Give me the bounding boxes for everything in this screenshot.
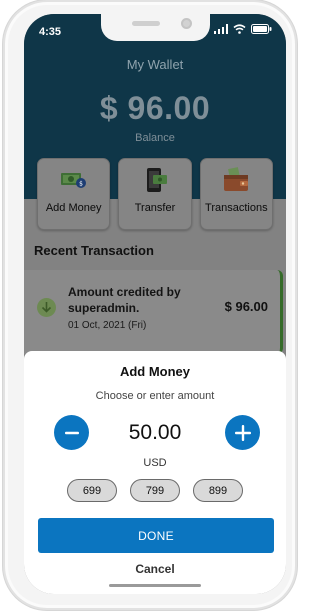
svg-text:$: $ (79, 181, 83, 188)
preset-amount-button[interactable]: 899 (193, 479, 243, 502)
sheet-subtitle: Choose or enter amount (95, 390, 215, 402)
increase-amount-button[interactable] (225, 415, 260, 450)
phone-notch (101, 14, 210, 41)
screen: 4:35 My Wallet $ 96.00 Balance $ Add Mon… (24, 14, 286, 594)
add-money-sheet: Add Money Choose or enter amount 50.00 U… (24, 351, 286, 594)
page-title: My Wallet (126, 57, 184, 72)
add-money-button[interactable]: $ Add Money (37, 158, 111, 230)
phone-frame: 4:35 My Wallet $ 96.00 Balance $ Add Mon… (3, 0, 297, 610)
balance-label: Balance (135, 132, 175, 144)
status-icons (214, 24, 272, 34)
transactions-label: Transactions (205, 202, 268, 214)
add-money-label: Add Money (45, 202, 102, 214)
money-bill-icon: $ (60, 173, 86, 188)
speaker-icon (132, 21, 160, 26)
cancel-button[interactable]: Cancel (24, 562, 286, 576)
transactions-button[interactable]: Transactions (199, 158, 273, 230)
preset-amount-button[interactable]: 699 (67, 479, 117, 502)
signal-icon (214, 24, 228, 34)
transaction-date: 01 Oct, 2021 (Fri) (68, 320, 147, 331)
recent-transaction-title: Recent Transaction (34, 243, 154, 258)
transaction-amount: $ 96.00 (224, 299, 268, 314)
transfer-button[interactable]: Transfer (118, 158, 192, 230)
camera-icon (181, 18, 192, 29)
preset-amount-button[interactable]: 799 (130, 479, 180, 502)
done-button[interactable]: DONE (38, 518, 274, 553)
wallet-icon (224, 167, 249, 191)
battery-icon (251, 24, 272, 34)
plus-icon (234, 424, 251, 441)
preset-amounts: 699 799 899 (67, 479, 243, 502)
sheet-title: Add Money (119, 364, 191, 379)
home-indicator (109, 584, 201, 587)
wallet-actions: $ Add Money Transfer Transactions (37, 158, 273, 230)
arrow-down-icon (37, 298, 56, 317)
transaction-title: Amount credited by superadmin. (68, 285, 181, 315)
transfer-label: Transfer (134, 202, 176, 214)
phone-transfer-icon (146, 168, 167, 192)
transaction-item[interactable]: Amount credited by superadmin. 01 Oct, 2… (24, 270, 283, 354)
currency-label: USD (143, 457, 167, 469)
balance-amount: $ 96.00 (99, 90, 211, 126)
wifi-icon (233, 24, 246, 34)
status-time: 4:35 (39, 26, 62, 38)
